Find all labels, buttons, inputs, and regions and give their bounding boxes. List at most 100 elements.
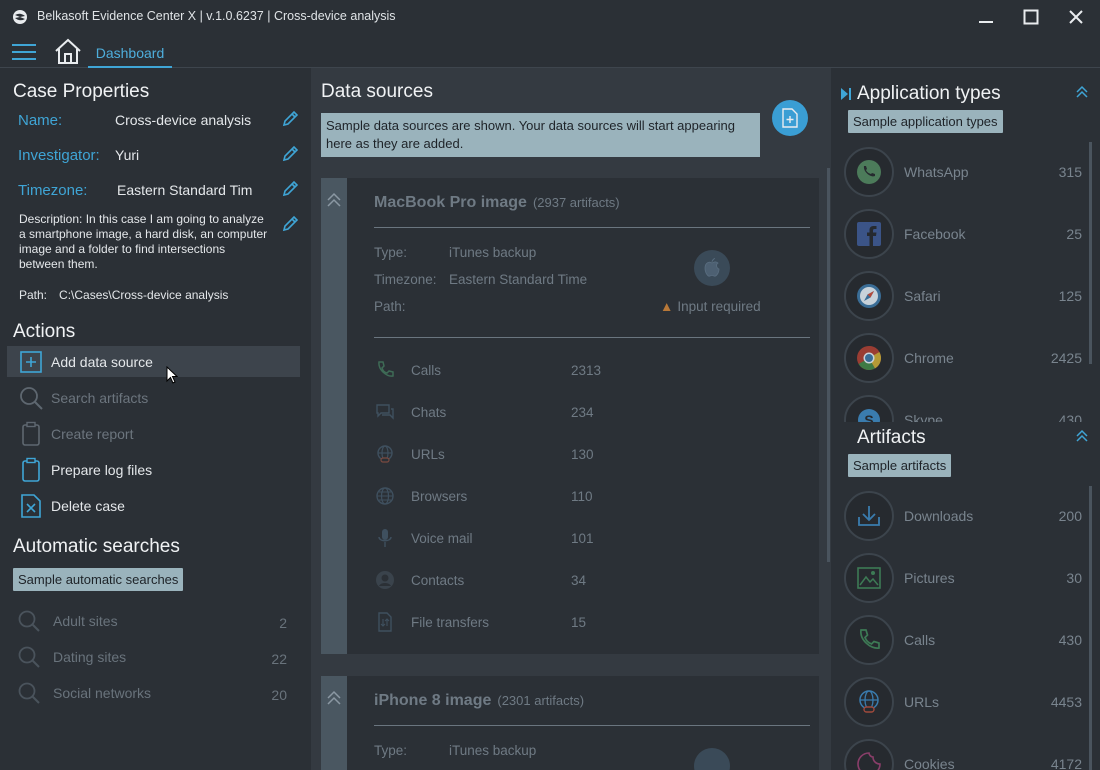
collapse-icon[interactable]	[1075, 85, 1089, 99]
auto-search-count: 2	[279, 615, 287, 631]
category-row-contacts[interactable]: Contacts 34	[374, 569, 654, 591]
artifacts-scrollbar[interactable]	[1089, 486, 1092, 770]
artifact-count: 200	[1058, 508, 1082, 524]
file-transfer-icon	[374, 611, 396, 633]
phone-icon	[374, 359, 396, 381]
category-row-file-transfers[interactable]: File transfers 15	[374, 611, 654, 633]
search-icon	[18, 610, 40, 632]
category-count: 101	[571, 530, 594, 546]
collapse-icon[interactable]	[1075, 429, 1089, 443]
edit-description-icon[interactable]	[281, 215, 299, 233]
app-type-chrome[interactable]: Chrome 2425	[844, 332, 1084, 384]
window-title: Belkasoft Evidence Center X | v.1.0.6237…	[37, 9, 396, 23]
app-type-whatsapp[interactable]: WhatsApp 315	[844, 146, 1084, 198]
delete-case-button[interactable]: Delete case	[7, 490, 300, 521]
path-value: C:\Cases\Cross-device analysis	[59, 288, 229, 302]
category-label: Browsers	[411, 488, 468, 504]
actions-heading: Actions	[13, 321, 76, 342]
investigator-value: Yuri	[115, 147, 140, 163]
menu-icon[interactable]	[12, 43, 36, 61]
app-type-count: 315	[1058, 164, 1082, 180]
edit-name-icon[interactable]	[281, 110, 299, 128]
data-source-title: MacBook Pro image	[374, 194, 527, 211]
add-file-icon	[782, 108, 798, 128]
category-row-voice-mail[interactable]: Voice mail 101	[374, 527, 654, 549]
create-report-button[interactable]: Create report	[7, 418, 300, 449]
category-row-browsers[interactable]: Browsers 110	[374, 485, 654, 507]
picture-icon	[844, 553, 894, 603]
artifact-calls[interactable]: Calls 430	[844, 614, 1084, 666]
artifact-count: 30	[1066, 570, 1082, 586]
contact-icon	[374, 569, 396, 591]
search-artifacts-button[interactable]: Search artifacts	[7, 382, 300, 413]
url-icon	[844, 677, 894, 727]
add-data-source-button[interactable]: Add data source	[7, 346, 300, 377]
artifact-count: (2301 artifacts)	[497, 693, 585, 708]
artifact-count: (2937 artifacts)	[532, 195, 620, 210]
artifact-urls[interactable]: URLs 4453	[844, 676, 1084, 728]
add-source-icon	[17, 348, 45, 376]
artifact-label: Cookies	[904, 756, 955, 770]
app-type-facebook[interactable]: Facebook 25	[844, 208, 1084, 260]
type-value: iTunes backup	[449, 245, 537, 260]
home-icon[interactable]	[53, 37, 83, 65]
data-sources-scrollbar[interactable]	[827, 168, 830, 562]
category-count: 15	[571, 614, 587, 630]
artifact-downloads[interactable]: Downloads 200	[844, 490, 1084, 542]
app-type-skype[interactable]: S Skype 430	[844, 394, 1084, 422]
chevron-up-icon	[327, 690, 341, 705]
minimize-button[interactable]	[968, 4, 1004, 30]
apple-icon	[694, 748, 730, 770]
auto-search-label: Adult sites	[53, 613, 118, 629]
category-row-urls[interactable]: URLs 130	[374, 443, 654, 465]
auto-search-dating-sites[interactable]: Dating sites 22	[17, 644, 291, 670]
app-type-label: Chrome	[904, 350, 954, 366]
maximize-button[interactable]	[1013, 4, 1049, 30]
data-source-card[interactable]: iPhone 8 image (2301 artifacts) Type: iTu…	[321, 676, 819, 770]
investigator-label: Investigator:	[18, 147, 100, 164]
search-icon	[17, 384, 45, 412]
pin-panel-icon[interactable]	[840, 87, 852, 101]
timezone-label: Timezone:	[374, 272, 437, 287]
artifacts-heading: Artifacts	[857, 427, 926, 448]
category-label: Voice mail	[411, 530, 473, 546]
timezone-value: Eastern Standard Time	[117, 182, 253, 198]
app-type-count: 430	[1058, 412, 1082, 422]
category-row-calls[interactable]: Calls 2313	[374, 359, 654, 381]
auto-search-adult-sites[interactable]: Adult sites 2	[17, 608, 291, 634]
app-type-safari[interactable]: Safari 125	[844, 270, 1084, 322]
path-label: Path:	[374, 299, 406, 314]
auto-search-social-networks[interactable]: Social networks 20	[17, 680, 291, 706]
add-data-source-fab[interactable]	[772, 100, 808, 136]
artifact-label: Calls	[904, 632, 936, 648]
auto-search-label: Dating sites	[53, 649, 127, 665]
type-label: Type:	[374, 245, 408, 260]
artifact-count: 4453	[1050, 694, 1082, 710]
card-collapse-bar[interactable]	[321, 676, 347, 770]
edit-investigator-icon[interactable]	[281, 145, 299, 163]
auto-search-label: Social networks	[53, 685, 152, 701]
search-artifacts-label: Search artifacts	[51, 389, 149, 406]
close-button[interactable]	[1058, 4, 1094, 30]
timezone-value: Eastern Standard Time	[449, 272, 588, 287]
card-collapse-bar[interactable]	[321, 178, 347, 654]
artifact-label: Pictures	[904, 570, 955, 586]
application-types-scrollbar[interactable]	[1089, 142, 1092, 364]
application-types-list: WhatsApp 315 Facebook 25 Safari 125 Chro…	[832, 142, 1089, 422]
artifact-pictures[interactable]: Pictures 30	[844, 552, 1084, 604]
artifact-cookies[interactable]: Cookies 4172	[844, 738, 1084, 770]
data-sources-note: Sample data sources are shown. Your data…	[321, 113, 760, 157]
url-icon	[374, 443, 396, 465]
chevron-up-icon	[327, 192, 341, 207]
category-row-chats[interactable]: Chats 234	[374, 401, 654, 423]
cookie-icon	[844, 739, 894, 770]
timezone-label: Timezone:	[18, 182, 88, 199]
input-required-status[interactable]: ▲ Input required	[660, 299, 761, 314]
prepare-log-files-button[interactable]: Prepare log files	[7, 454, 300, 485]
category-count: 234	[571, 404, 594, 420]
data-source-card[interactable]: MacBook Pro image (2937 artifacts) Type: …	[321, 178, 819, 654]
close-icon	[1069, 10, 1083, 24]
type-value: iTunes backup	[449, 743, 537, 758]
tab-dashboard[interactable]: Dashboard	[88, 41, 172, 68]
edit-timezone-icon[interactable]	[281, 180, 299, 198]
